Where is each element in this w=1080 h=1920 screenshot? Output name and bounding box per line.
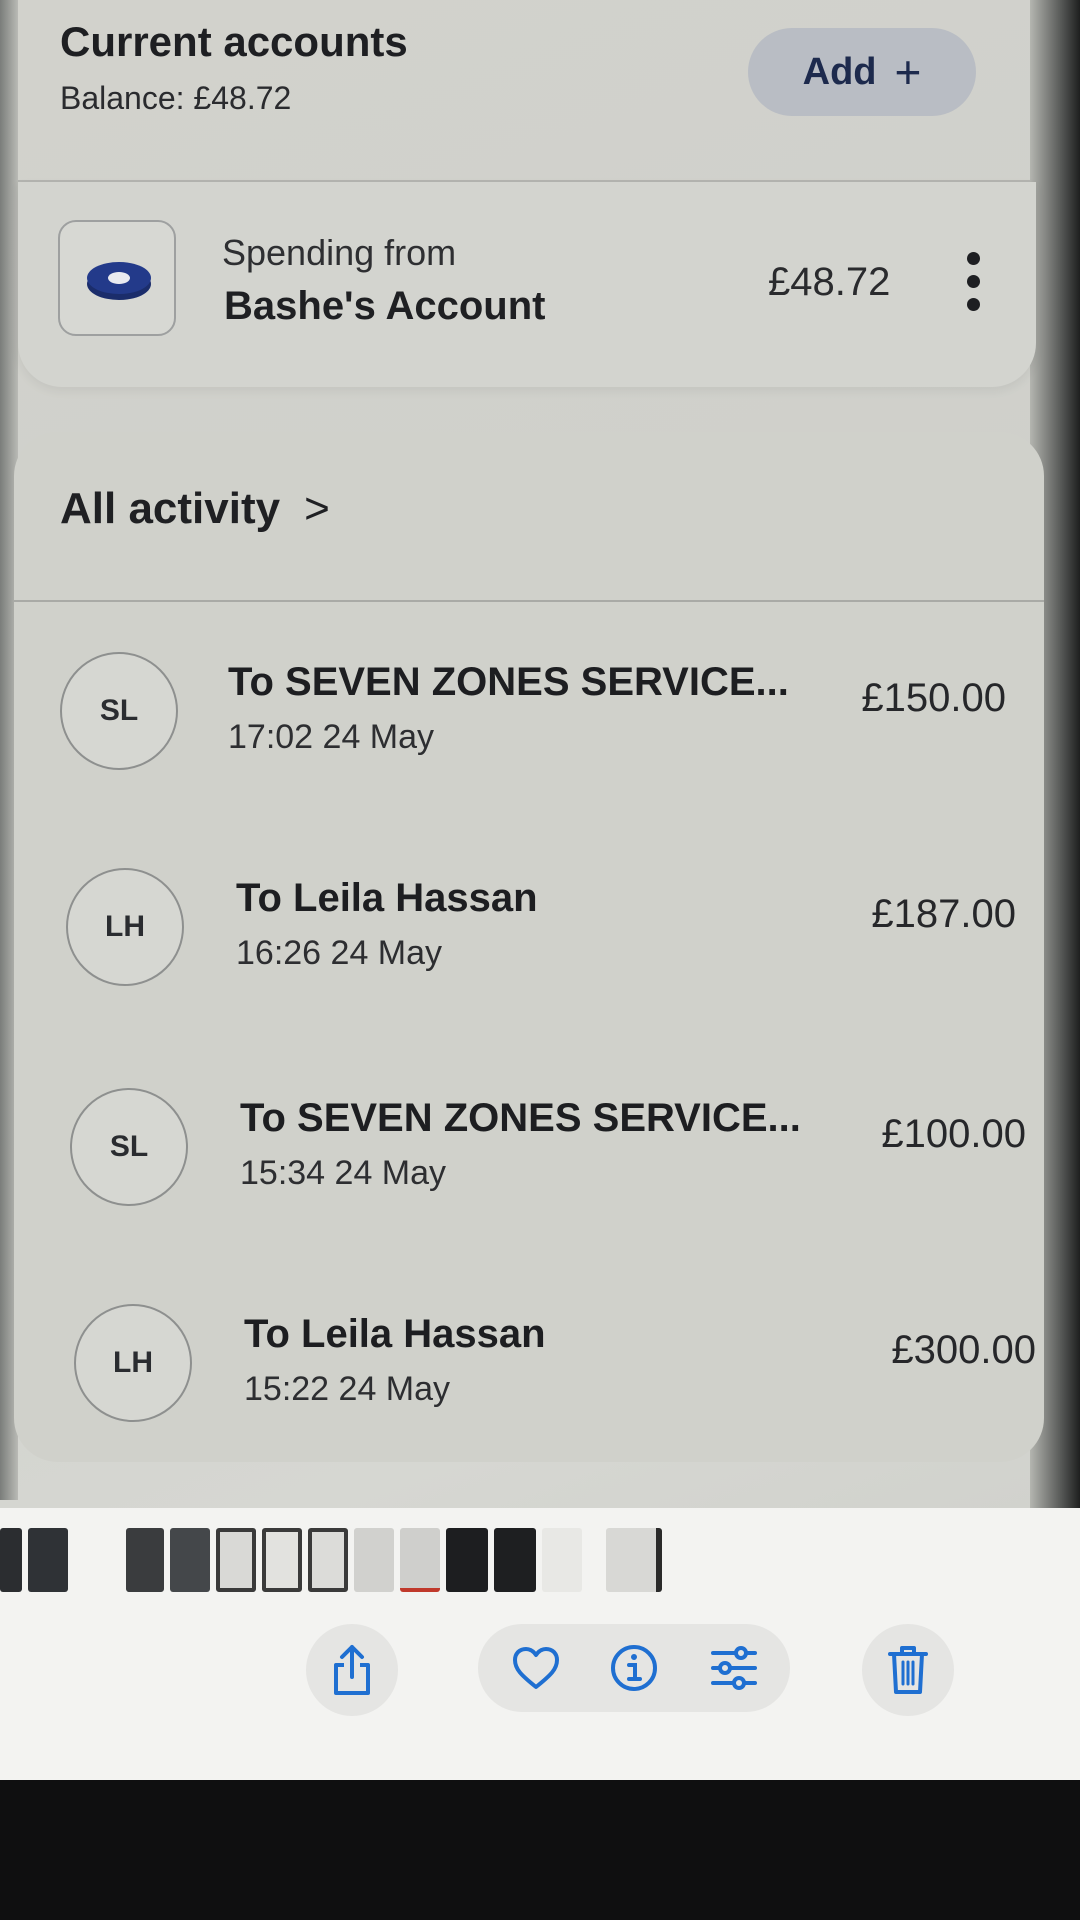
avatar: SL (70, 1088, 188, 1206)
total-balance: Balance: £48.72 (60, 80, 292, 116)
thumbnail[interactable] (0, 1528, 22, 1592)
photo-toolbar (0, 1620, 1080, 1730)
all-activity-link[interactable]: All activity > (60, 484, 330, 534)
info-icon[interactable] (606, 1640, 662, 1696)
account-card[interactable]: Spending from Bashe's Account £48.72 (18, 182, 1036, 387)
share-button[interactable] (306, 1624, 398, 1716)
spending-from-label: Spending from (222, 232, 457, 273)
delete-button[interactable] (862, 1624, 954, 1716)
avatar: SL (60, 652, 178, 770)
transaction-row[interactable]: SL To SEVEN ZONES SERVICE... 15:34 24 Ma… (14, 1088, 1044, 1288)
transaction-name: To SEVEN ZONES SERVICE... (240, 1096, 801, 1140)
screen: Current accounts Balance: £48.72 Add + S… (0, 0, 1080, 1920)
thumbnail[interactable] (354, 1528, 394, 1592)
account-card-icon (58, 220, 176, 336)
activity-divider (14, 600, 1044, 602)
accounts-header: Current accounts Balance: £48.72 Add + (18, 0, 1030, 180)
chevron-right-icon: > (304, 484, 330, 533)
transaction-name: To Leila Hassan (244, 1312, 546, 1356)
avatar: LH (74, 1304, 192, 1422)
add-button-label: Add (802, 50, 877, 93)
thumbnail[interactable] (126, 1528, 164, 1592)
thumbnail[interactable] (308, 1528, 348, 1592)
wallet-disc-icon (87, 262, 151, 300)
thumbnail-current[interactable] (606, 1528, 662, 1592)
transaction-amount: £187.00 (871, 892, 1016, 936)
transaction-row[interactable]: SL To SEVEN ZONES SERVICE... 17:02 24 Ma… (14, 652, 1044, 852)
kebab-menu-icon[interactable] (958, 252, 988, 322)
account-balance: £48.72 (768, 260, 891, 304)
transaction-time: 15:34 24 May (240, 1154, 447, 1192)
photos-viewer-bar (0, 1508, 1080, 1788)
transaction-time: 15:22 24 May (244, 1370, 451, 1408)
thumbnail[interactable] (494, 1528, 536, 1592)
device-bottom-bezel (0, 1780, 1080, 1920)
transaction-amount: £300.00 (891, 1328, 1036, 1372)
transaction-time: 16:26 24 May (236, 934, 443, 972)
share-icon (334, 1645, 370, 1695)
thumbnail[interactable] (542, 1528, 582, 1592)
transaction-amount: £100.00 (881, 1112, 1026, 1156)
thumbnail-strip[interactable] (0, 1528, 1080, 1602)
thumbnail[interactable] (262, 1528, 302, 1592)
activity-card: All activity > SL To SEVEN ZONES SERVICE… (14, 432, 1044, 1462)
adjust-icon[interactable] (706, 1640, 762, 1696)
page-title: Current accounts (60, 18, 408, 65)
thumbnail[interactable] (216, 1528, 256, 1592)
transaction-name: To Leila Hassan (236, 876, 538, 920)
account-name: Bashe's Account (224, 284, 546, 328)
trash-icon (888, 1646, 928, 1694)
transaction-row[interactable]: LH To Leila Hassan 16:26 24 May £187.00 (14, 868, 1044, 1068)
thumbnail[interactable] (28, 1528, 68, 1592)
thumbnail[interactable] (170, 1528, 210, 1592)
transaction-amount: £150.00 (861, 676, 1006, 720)
all-activity-label: All activity (60, 484, 281, 533)
avatar: LH (66, 868, 184, 986)
transaction-time: 17:02 24 May (228, 718, 435, 756)
transaction-name: To SEVEN ZONES SERVICE... (228, 660, 789, 704)
thumbnail[interactable] (446, 1528, 488, 1592)
heart-icon[interactable] (508, 1640, 564, 1696)
add-account-button[interactable]: Add + (748, 28, 976, 116)
plus-icon: + (894, 46, 922, 98)
thumbnail[interactable] (400, 1528, 440, 1592)
transaction-row[interactable]: LH To Leila Hassan 15:22 24 May £300.00 (14, 1304, 1044, 1504)
